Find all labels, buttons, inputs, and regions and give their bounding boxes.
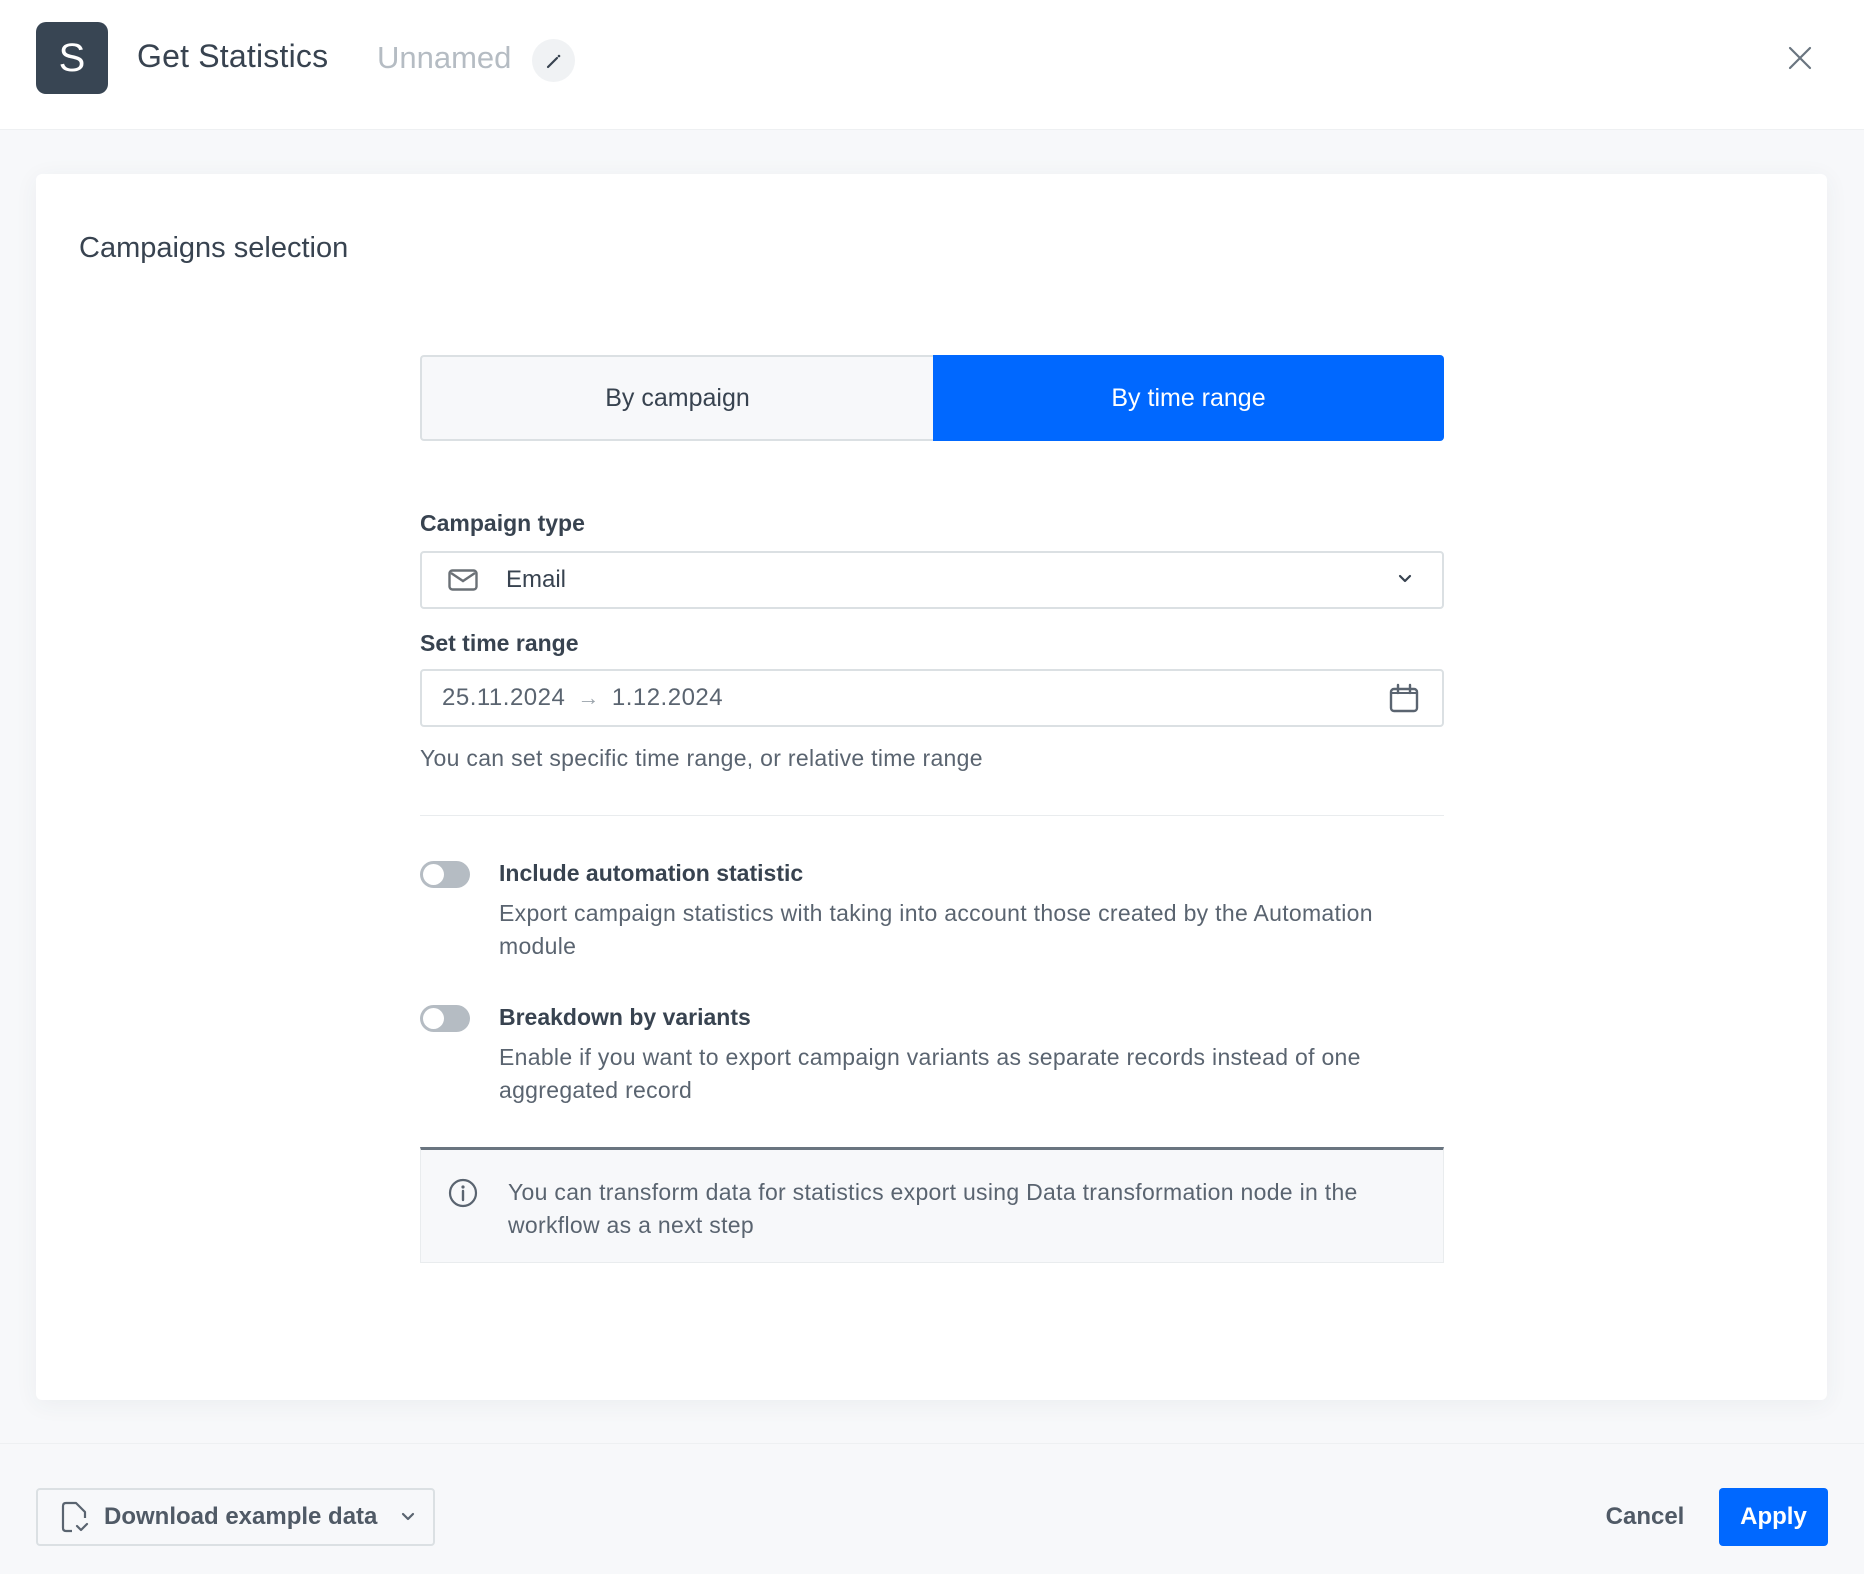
modal-header: S Get Statistics Unnamed (0, 0, 1864, 130)
date-from: 25.11.2024 (442, 684, 566, 711)
chevron-down-icon (399, 1508, 417, 1526)
time-range-input[interactable]: 25.11.2024 → 1.12.2024 (420, 669, 1444, 727)
breakdown-variants-title: Breakdown by variants (499, 1004, 751, 1030)
campaign-type-select[interactable]: Email (420, 551, 1444, 609)
modal-footer: Download example data Cancel Apply (0, 1443, 1864, 1574)
date-range-value: 25.11.2024 → 1.12.2024 (442, 684, 723, 712)
campaign-type-value: Email (506, 566, 567, 593)
arrow-right-icon: → (577, 685, 600, 710)
campaigns-selection-card: Campaigns selection By campaign By time … (36, 174, 1827, 1400)
breakdown-variants-toggle[interactable] (420, 1005, 470, 1032)
info-icon (448, 1178, 478, 1213)
automation-statistic-description: Export campaign statistics with taking i… (499, 900, 1373, 959)
automation-statistic-toggle[interactable] (420, 861, 470, 888)
campaign-type-label: Campaign type (420, 510, 585, 536)
selection-mode-tabs: By campaign By time range (420, 355, 1444, 441)
tab-by-campaign[interactable]: By campaign (420, 355, 933, 441)
file-download-icon (60, 1500, 90, 1534)
node-name: Unnamed (377, 40, 512, 75)
envelope-icon (448, 568, 480, 592)
edit-name-button[interactable] (532, 39, 575, 82)
tab-by-time-range[interactable]: By time range (933, 355, 1444, 441)
download-example-data-button[interactable]: Download example data (36, 1488, 435, 1546)
close-icon (1788, 46, 1812, 70)
divider (420, 815, 1444, 816)
automation-statistic-title: Include automation statistic (499, 860, 804, 886)
info-text: You can transform data for statistics ex… (508, 1179, 1358, 1238)
section-title: Campaigns selection (79, 232, 349, 264)
info-callout: You can transform data for statistics ex… (420, 1147, 1444, 1263)
time-range-label: Set time range (420, 630, 579, 656)
logo-letter: S (58, 35, 86, 80)
close-button[interactable] (1784, 42, 1816, 74)
download-label: Download example data (104, 1503, 378, 1530)
toggle-knob (423, 864, 444, 885)
chevron-down-icon (1396, 570, 1414, 593)
pencil-icon (546, 54, 560, 68)
toggle-knob (423, 1008, 444, 1029)
date-to: 1.12.2024 (611, 684, 724, 711)
time-range-helper: You can set specific time range, or rela… (420, 745, 983, 771)
calendar-icon[interactable] (1388, 683, 1420, 718)
apply-button[interactable]: Apply (1719, 1488, 1828, 1546)
cancel-button[interactable]: Cancel (1590, 1488, 1700, 1546)
breakdown-variants-description: Enable if you want to export campaign va… (499, 1044, 1361, 1103)
page-title: Get Statistics (137, 38, 329, 74)
node-logo: S (36, 22, 108, 94)
